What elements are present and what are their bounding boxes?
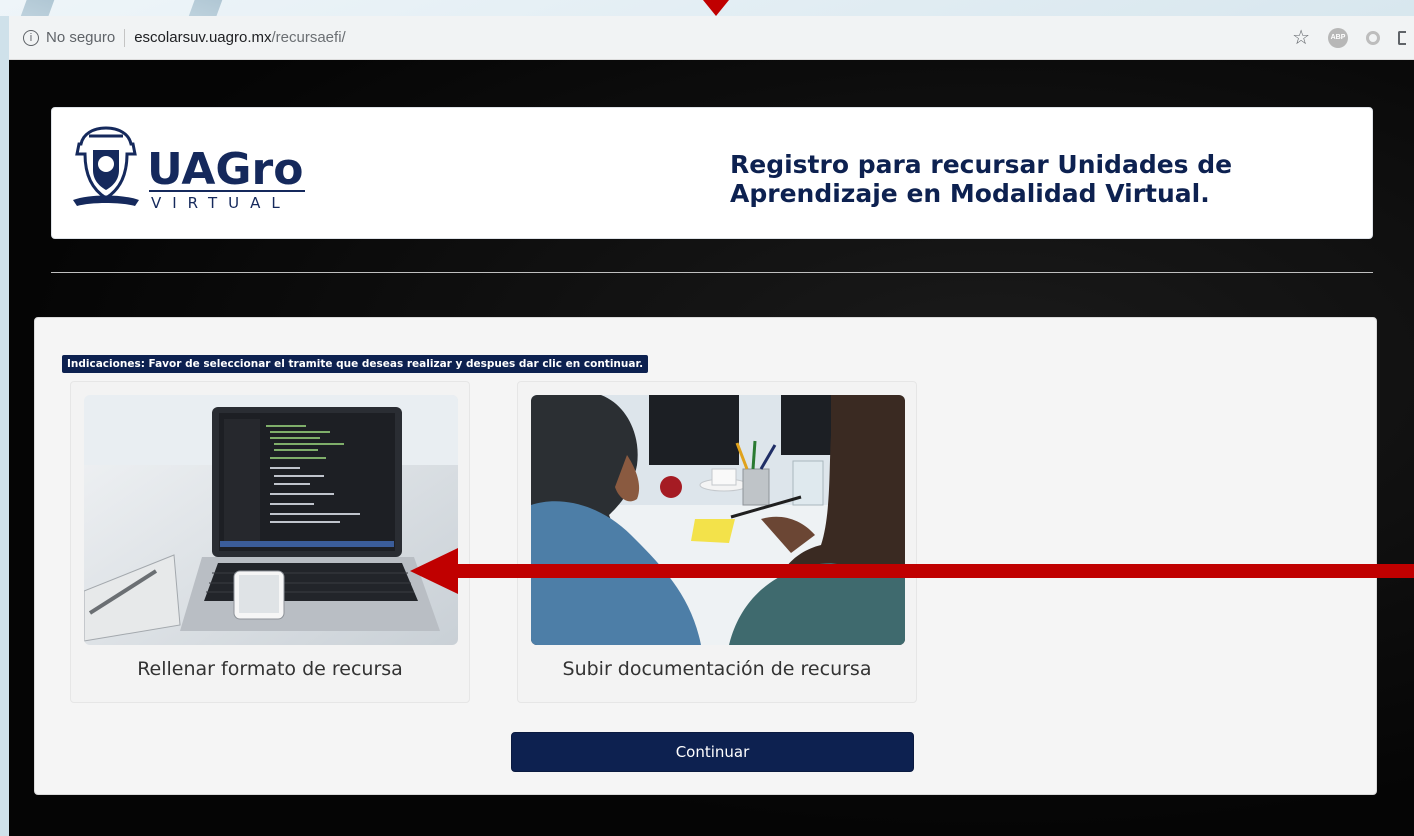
browser-window: i No seguro escolarsuv.uagro.mx/recursae…	[0, 16, 1414, 836]
url-path[interactable]: /recursaefi/	[272, 29, 346, 46]
url-separator	[124, 28, 126, 47]
page-title: Registro para recursar Unidades de Apren…	[730, 150, 1233, 208]
url-host[interactable]: escolarsuv.uagro.mx	[134, 29, 271, 46]
logo-rule	[149, 190, 305, 192]
page-content: UAGro VIRTUAL Registro para recursar Uni…	[9, 60, 1414, 836]
adblock-icon[interactable]: ABP	[1328, 27, 1348, 48]
uagro-logo: UAGro VIRTUAL	[69, 124, 309, 216]
logo-subtitle: VIRTUAL	[151, 194, 291, 212]
option-upload-docs[interactable]: Subir documentación de recursa	[517, 381, 917, 703]
option-label[interactable]: Rellenar formato de recursa	[71, 658, 469, 680]
security-label[interactable]: No seguro	[46, 29, 115, 46]
extension-icon[interactable]	[1366, 30, 1380, 45]
option-fill-form[interactable]: Rellenar formato de recursa	[70, 381, 470, 703]
laptop-photo[interactable]	[84, 395, 458, 645]
annotation-down-arrow	[703, 0, 729, 16]
omnibox[interactable]: i No seguro escolarsuv.uagro.mx/recursae…	[11, 21, 1406, 54]
continue-button[interactable]: Continuar	[511, 732, 914, 772]
address-bar: i No seguro escolarsuv.uagro.mx/recursae…	[9, 16, 1414, 60]
people-desk-photo[interactable]	[531, 395, 905, 645]
cast-icon[interactable]	[1398, 30, 1406, 45]
info-icon[interactable]: i	[23, 29, 39, 46]
main-card: Indicaciones: Favor de seleccionar el tr…	[34, 317, 1377, 795]
option-label[interactable]: Subir documentación de recursa	[518, 658, 916, 680]
star-icon[interactable]: ☆	[1292, 25, 1310, 50]
instructions-label: Indicaciones: Favor de seleccionar el tr…	[62, 355, 649, 373]
header-card: UAGro VIRTUAL Registro para recursar Uni…	[51, 107, 1373, 239]
logo-wordmark: UAGro	[147, 144, 304, 195]
crest-icon	[73, 126, 139, 206]
divider	[51, 272, 1373, 273]
toolbar-icons: ☆ ABP	[1292, 25, 1406, 50]
